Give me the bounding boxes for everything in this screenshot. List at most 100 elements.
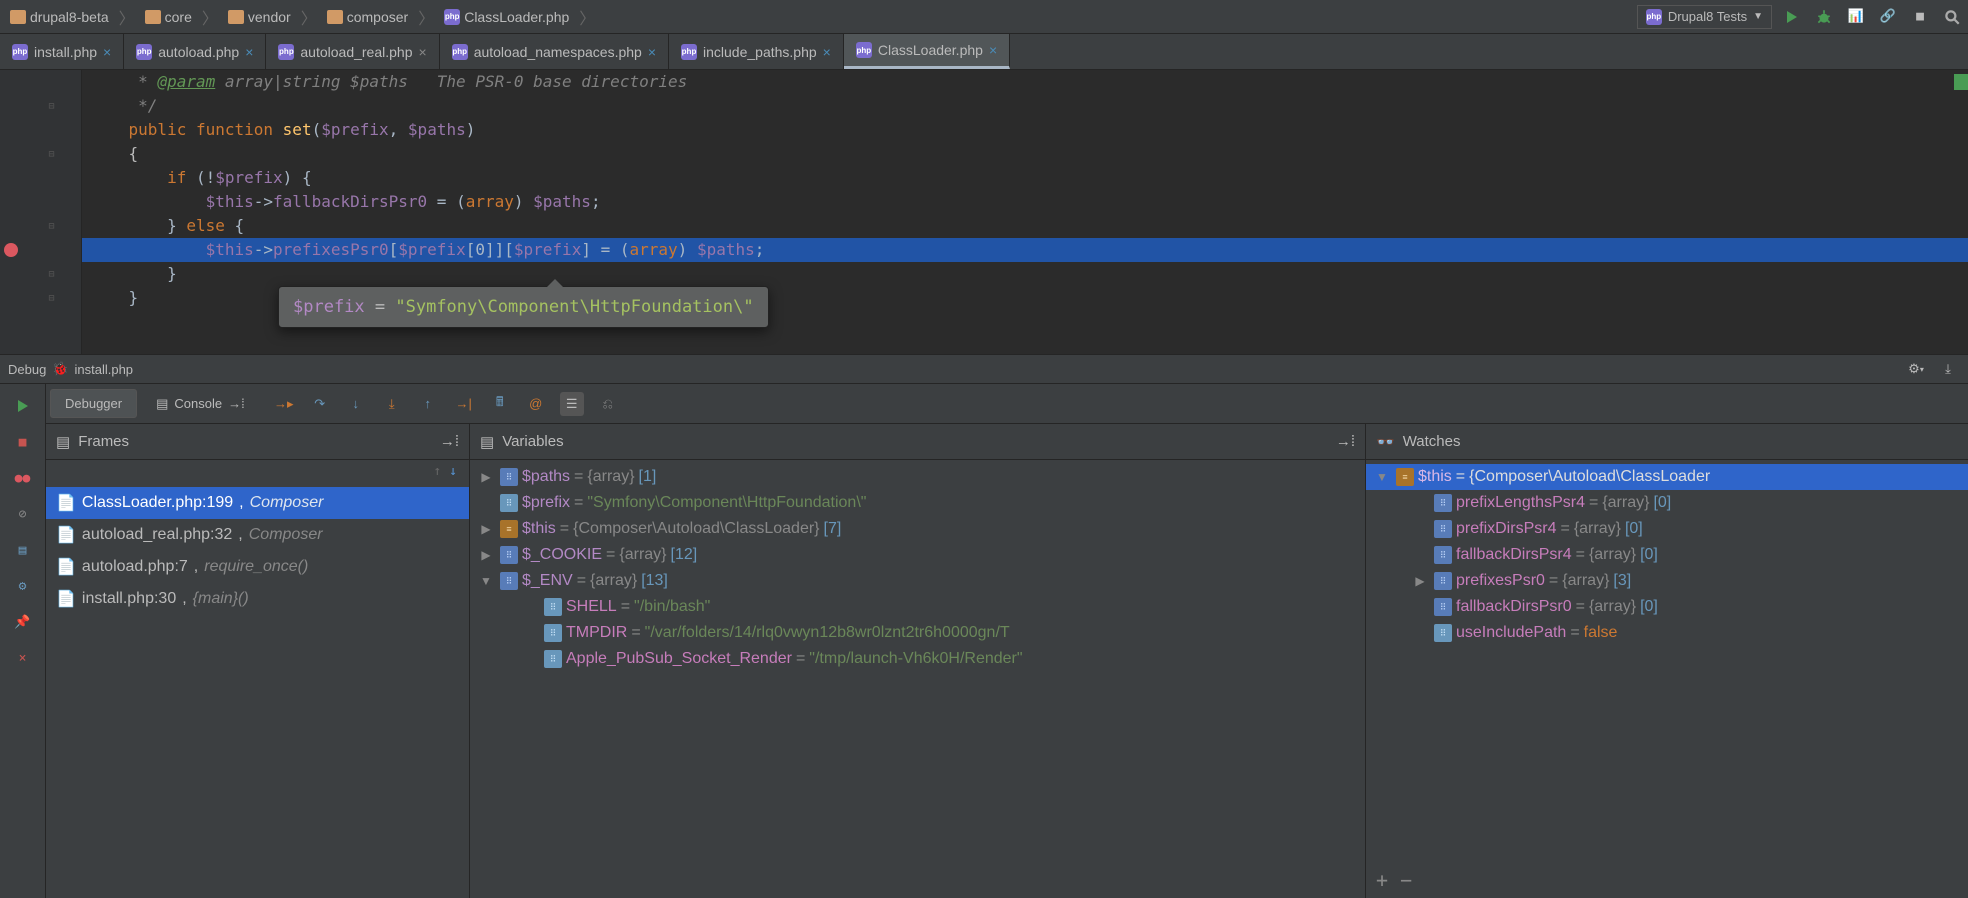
watch-row[interactable]: ⠿ prefixLengthsPsr4 = {array} [0] <box>1366 490 1968 516</box>
variable-row[interactable]: ⠿ SHELL = "/bin/bash" <box>470 594 1365 620</box>
close-icon[interactable]: × <box>989 42 997 58</box>
stop-button[interactable]: ■ <box>1908 5 1932 29</box>
close-icon[interactable]: × <box>103 44 111 60</box>
fold-icon[interactable]: ⊟ <box>48 293 54 304</box>
fold-icon[interactable]: ⊟ <box>48 149 54 160</box>
variable-row[interactable]: ▼⠿ $_ENV = {array} [13] <box>470 568 1365 594</box>
variable-row[interactable]: ▶≡ $this = {Composer\Autoload\ClassLoade… <box>470 516 1365 542</box>
frame-row[interactable]: 📄autoload_real.php:32, Composer <box>46 519 469 551</box>
variables-panel: ▤ Variables →⁞ ▶⠿ $paths = {array} [1] ⠿… <box>470 424 1366 898</box>
console-tab[interactable]: ▤ Console →⁞ <box>141 389 260 419</box>
show-execution-point-button[interactable]: →▸ <box>272 392 296 416</box>
frame-row[interactable]: 📄ClassLoader.php:199, Composer <box>46 487 469 519</box>
array-icon: ⠿ <box>500 546 518 564</box>
fold-icon[interactable]: ⊟ <box>48 101 54 112</box>
stop-button[interactable]: ■ <box>9 428 37 456</box>
code-editor[interactable]: ⊟ ⊟ ⊟ ⊟ ⊟ * @param array|string $paths T… <box>0 70 1968 354</box>
expand-icon[interactable]: ▶ <box>476 548 496 562</box>
debugger-tab[interactable]: Debugger <box>50 389 137 418</box>
run-to-cursor-button[interactable]: →| <box>452 392 476 416</box>
step-over-button[interactable]: ↷ <box>308 392 332 416</box>
crumb-file[interactable]: phpClassLoader.php <box>438 7 575 27</box>
restore-layout-button[interactable]: ⎌ <box>596 392 620 416</box>
expand-icon[interactable]: ▶ <box>476 470 496 484</box>
tab-autoload-real[interactable]: phpautoload_real.php× <box>266 34 439 69</box>
settings-icon[interactable]: ⚙▾ <box>1904 357 1928 381</box>
history-marker[interactable] <box>1954 74 1968 90</box>
expand-icon[interactable]: ▶ <box>476 522 496 536</box>
string-icon: ⠿ <box>1434 624 1452 642</box>
fold-gutter[interactable]: ⊟ ⊟ ⊟ ⊟ ⊟ <box>22 70 82 354</box>
hide-icon[interactable]: ⤓ <box>1936 357 1960 381</box>
prev-frame-button[interactable]: ↑ <box>433 464 441 479</box>
remove-watch-button[interactable]: − <box>1400 868 1412 892</box>
folder-icon <box>145 10 161 24</box>
evaluate-button[interactable]: 🖩 <box>488 392 512 416</box>
breadcrumbs[interactable]: drupal8-beta 〉 core 〉 vendor 〉 composer … <box>4 5 597 29</box>
step-out-button[interactable]: ↑ <box>416 392 440 416</box>
resume-button[interactable] <box>9 392 37 420</box>
toggle-button[interactable]: ☰ <box>560 392 584 416</box>
fold-icon[interactable]: ⊟ <box>48 221 54 232</box>
php-file-icon: php <box>856 42 872 58</box>
attach-button[interactable]: 🔗 <box>1876 5 1900 29</box>
variable-row[interactable]: ⠿ $prefix = "Symfony\Component\HttpFound… <box>470 490 1365 516</box>
collapse-icon[interactable]: ▼ <box>1372 470 1392 484</box>
breakpoint-icon[interactable] <box>4 243 18 257</box>
chevron-right-icon: 〉 <box>119 5 135 29</box>
crumb-composer[interactable]: composer <box>321 7 414 27</box>
watch-row[interactable]: ⠿ fallbackDirsPsr4 = {array} [0] <box>1366 542 1968 568</box>
close-icon[interactable]: × <box>245 44 253 60</box>
debug-button[interactable] <box>1812 5 1836 29</box>
tab-include-paths[interactable]: phpinclude_paths.php× <box>669 34 844 69</box>
watch-row[interactable]: ▼≡ $this = {Composer\Autoload\ClassLoade… <box>1366 464 1968 490</box>
coverage-button[interactable]: 📊 <box>1844 5 1868 29</box>
variable-row[interactable]: ⠿ TMPDIR = "/var/folders/14/rlq0vwyn12b8… <box>470 620 1365 646</box>
watch-row[interactable]: ⠿ fallbackDirsPsr0 = {array} [0] <box>1366 594 1968 620</box>
close-icon[interactable]: × <box>823 44 831 60</box>
variable-row[interactable]: ▶⠿ $_COOKIE = {array} [12] <box>470 542 1365 568</box>
tab-autoload-ns[interactable]: phpautoload_namespaces.php× <box>440 34 669 69</box>
frame-row[interactable]: 📄install.php:30, {main}() <box>46 583 469 615</box>
search-button[interactable] <box>1940 5 1964 29</box>
php-file-icon: php <box>444 9 460 25</box>
variable-row[interactable]: ⠿ Apple_PubSub_Socket_Render = "/tmp/lau… <box>470 646 1365 672</box>
frame-row[interactable]: 📄autoload.php:7, require_once() <box>46 551 469 583</box>
tab-classloader[interactable]: phpClassLoader.php× <box>844 34 1010 69</box>
variable-row[interactable]: ▶⠿ $paths = {array} [1] <box>470 464 1365 490</box>
close-icon[interactable]: × <box>648 44 656 60</box>
hide-panel-icon[interactable]: →⁞ <box>440 433 459 450</box>
crumb-core[interactable]: core <box>139 7 198 27</box>
run-button[interactable] <box>1780 5 1804 29</box>
collapse-icon[interactable]: ▼ <box>476 574 496 588</box>
fold-icon[interactable]: ⊟ <box>48 269 54 280</box>
force-step-into-button[interactable]: ⤓ <box>380 392 404 416</box>
breakpoint-gutter[interactable] <box>0 70 22 354</box>
crumb-vendor[interactable]: vendor <box>222 7 297 27</box>
run-config-selector[interactable]: php Drupal8 Tests ▼ <box>1637 5 1772 29</box>
mute-breakpoints-button[interactable]: ⊘ <box>9 500 37 528</box>
next-frame-button[interactable]: ↓ <box>449 464 457 479</box>
tab-autoload[interactable]: phpautoload.php× <box>124 34 266 69</box>
watch-row[interactable]: ▶⠿ prefixesPsr0 = {array} [3] <box>1366 568 1968 594</box>
settings-button[interactable]: ⚙ <box>9 572 37 600</box>
hide-panel-icon[interactable]: →⁞ <box>1336 433 1355 450</box>
step-into-button[interactable]: ↓ <box>344 392 368 416</box>
quick-evaluate-button[interactable]: @ <box>524 392 548 416</box>
layout-button[interactable]: ▤ <box>9 536 37 564</box>
view-breakpoints-button[interactable]: ●● <box>9 464 37 492</box>
pin-button[interactable]: 📌 <box>9 608 37 636</box>
crumb-root[interactable]: drupal8-beta <box>4 7 115 27</box>
close-button[interactable]: × <box>9 644 37 672</box>
folder-icon <box>327 10 343 24</box>
add-watch-button[interactable]: + <box>1376 868 1388 892</box>
breakpoint-line[interactable]: $this->prefixesPsr0[$prefix[0]][$prefix]… <box>82 238 1968 262</box>
tab-install[interactable]: phpinstall.php× <box>0 34 124 69</box>
close-icon[interactable]: × <box>419 44 427 60</box>
panel-title: Watches <box>1403 433 1461 450</box>
debug-session-file[interactable]: install.php <box>75 362 134 377</box>
expand-icon[interactable]: ▶ <box>1410 574 1430 588</box>
folder-icon <box>10 10 26 24</box>
watch-row[interactable]: ⠿ prefixDirsPsr4 = {array} [0] <box>1366 516 1968 542</box>
watch-row[interactable]: ⠿ useIncludePath = false <box>1366 620 1968 646</box>
